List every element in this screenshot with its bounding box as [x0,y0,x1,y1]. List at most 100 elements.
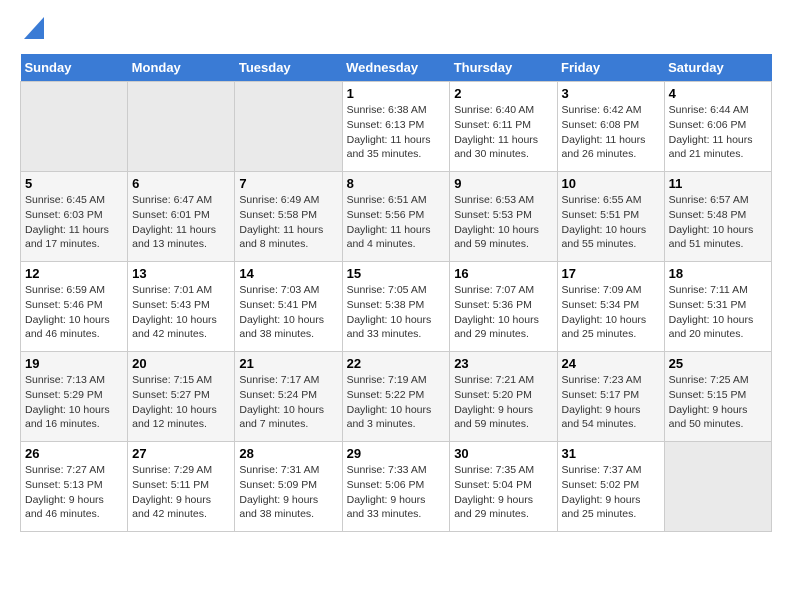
calendar-cell [664,442,771,532]
header-tuesday: Tuesday [235,54,342,82]
day-number: 1 [347,86,446,101]
day-number: 27 [132,446,230,461]
day-info: Sunrise: 6:59 AM Sunset: 5:46 PM Dayligh… [25,283,123,342]
calendar-cell: 22 Sunrise: 7:19 AM Sunset: 5:22 PM Dayli… [342,352,450,442]
calendar-cell: 25 Sunrise: 7:25 AM Sunset: 5:15 PM Dayli… [664,352,771,442]
day-number: 28 [239,446,337,461]
day-number: 19 [25,356,123,371]
calendar-cell: 1 Sunrise: 6:38 AM Sunset: 6:13 PM Daylig… [342,82,450,172]
day-info: Sunrise: 7:31 AM Sunset: 5:09 PM Dayligh… [239,463,337,522]
day-number: 25 [669,356,767,371]
day-info: Sunrise: 7:11 AM Sunset: 5:31 PM Dayligh… [669,283,767,342]
day-number: 31 [562,446,660,461]
day-info: Sunrise: 6:44 AM Sunset: 6:06 PM Dayligh… [669,103,767,162]
week-row-2: 5 Sunrise: 6:45 AM Sunset: 6:03 PM Daylig… [21,172,772,262]
calendar-cell: 6 Sunrise: 6:47 AM Sunset: 6:01 PM Daylig… [128,172,235,262]
calendar-cell: 9 Sunrise: 6:53 AM Sunset: 5:53 PM Daylig… [450,172,557,262]
calendar-cell: 17 Sunrise: 7:09 AM Sunset: 5:34 PM Dayli… [557,262,664,352]
calendar-cell: 24 Sunrise: 7:23 AM Sunset: 5:17 PM Dayli… [557,352,664,442]
day-info: Sunrise: 7:37 AM Sunset: 5:02 PM Dayligh… [562,463,660,522]
day-number: 24 [562,356,660,371]
day-info: Sunrise: 7:01 AM Sunset: 5:43 PM Dayligh… [132,283,230,342]
day-info: Sunrise: 7:09 AM Sunset: 5:34 PM Dayligh… [562,283,660,342]
day-number: 4 [669,86,767,101]
day-number: 13 [132,266,230,281]
week-row-3: 12 Sunrise: 6:59 AM Sunset: 5:46 PM Dayli… [21,262,772,352]
day-number: 5 [25,176,123,191]
day-number: 29 [347,446,446,461]
calendar-cell: 29Sunrise: 7:33 AM Sunset: 5:06 PM Dayli… [342,442,450,532]
day-number: 8 [347,176,446,191]
calendar-cell: 10 Sunrise: 6:55 AM Sunset: 5:51 PM Dayli… [557,172,664,262]
day-info: Sunrise: 7:03 AM Sunset: 5:41 PM Dayligh… [239,283,337,342]
calendar-cell: 7Sunrise: 6:49 AM Sunset: 5:58 PM Daylig… [235,172,342,262]
calendar-cell: 28 Sunrise: 7:31 AM Sunset: 5:09 PM Dayli… [235,442,342,532]
day-number: 18 [669,266,767,281]
logo-icon [24,11,44,39]
day-number: 26 [25,446,123,461]
calendar-cell: 23Sunrise: 7:21 AM Sunset: 5:20 PM Dayli… [450,352,557,442]
calendar-cell: 5 Sunrise: 6:45 AM Sunset: 6:03 PM Daylig… [21,172,128,262]
day-info: Sunrise: 6:51 AM Sunset: 5:56 PM Dayligh… [347,193,446,252]
header-thursday: Thursday [450,54,557,82]
day-info: Sunrise: 6:45 AM Sunset: 6:03 PM Dayligh… [25,193,123,252]
calendar-cell: 31 Sunrise: 7:37 AM Sunset: 5:02 PM Dayli… [557,442,664,532]
calendar-cell: 16Sunrise: 7:07 AM Sunset: 5:36 PM Dayli… [450,262,557,352]
day-info: Sunrise: 6:42 AM Sunset: 6:08 PM Dayligh… [562,103,660,162]
calendar-cell [235,82,342,172]
day-info: Sunrise: 6:38 AM Sunset: 6:13 PM Dayligh… [347,103,446,162]
calendar-cell [21,82,128,172]
header-friday: Friday [557,54,664,82]
calendar-cell: 21Sunrise: 7:17 AM Sunset: 5:24 PM Dayli… [235,352,342,442]
header-sunday: Sunday [21,54,128,82]
day-info: Sunrise: 7:25 AM Sunset: 5:15 PM Dayligh… [669,373,767,432]
day-info: Sunrise: 6:57 AM Sunset: 5:48 PM Dayligh… [669,193,767,252]
header-saturday: Saturday [664,54,771,82]
day-info: Sunrise: 7:15 AM Sunset: 5:27 PM Dayligh… [132,373,230,432]
day-number: 30 [454,446,552,461]
day-info: Sunrise: 7:29 AM Sunset: 5:11 PM Dayligh… [132,463,230,522]
day-info: Sunrise: 7:19 AM Sunset: 5:22 PM Dayligh… [347,373,446,432]
day-number: 6 [132,176,230,191]
day-number: 21 [239,356,337,371]
day-number: 10 [562,176,660,191]
calendar-cell: 11 Sunrise: 6:57 AM Sunset: 5:48 PM Dayli… [664,172,771,262]
calendar-cell: 2Sunrise: 6:40 AM Sunset: 6:11 PM Daylig… [450,82,557,172]
calendar-cell: 27 Sunrise: 7:29 AM Sunset: 5:11 PM Dayli… [128,442,235,532]
day-info: Sunrise: 7:05 AM Sunset: 5:38 PM Dayligh… [347,283,446,342]
day-number: 22 [347,356,446,371]
day-number: 17 [562,266,660,281]
day-info: Sunrise: 7:21 AM Sunset: 5:20 PM Dayligh… [454,373,552,432]
day-number: 7 [239,176,337,191]
calendar-cell: 4 Sunrise: 6:44 AM Sunset: 6:06 PM Daylig… [664,82,771,172]
day-info: Sunrise: 7:23 AM Sunset: 5:17 PM Dayligh… [562,373,660,432]
calendar-cell: 19 Sunrise: 7:13 AM Sunset: 5:29 PM Dayli… [21,352,128,442]
day-number: 9 [454,176,552,191]
header-wednesday: Wednesday [342,54,450,82]
logo [20,20,44,44]
calendar-cell: 15Sunrise: 7:05 AM Sunset: 5:38 PM Dayli… [342,262,450,352]
header-monday: Monday [128,54,235,82]
day-info: Sunrise: 7:07 AM Sunset: 5:36 PM Dayligh… [454,283,552,342]
calendar-cell: 30 Sunrise: 7:35 AM Sunset: 5:04 PM Dayli… [450,442,557,532]
day-number: 14 [239,266,337,281]
day-info: Sunrise: 6:55 AM Sunset: 5:51 PM Dayligh… [562,193,660,252]
day-number: 3 [562,86,660,101]
calendar-cell: 20Sunrise: 7:15 AM Sunset: 5:27 PM Dayli… [128,352,235,442]
calendar-cell: 12 Sunrise: 6:59 AM Sunset: 5:46 PM Dayli… [21,262,128,352]
day-info: Sunrise: 7:35 AM Sunset: 5:04 PM Dayligh… [454,463,552,522]
calendar-table: SundayMondayTuesdayWednesdayThursdayFrid… [20,54,772,532]
day-info: Sunrise: 6:53 AM Sunset: 5:53 PM Dayligh… [454,193,552,252]
page-header [20,20,772,44]
calendar-cell: 14 Sunrise: 7:03 AM Sunset: 5:41 PM Dayli… [235,262,342,352]
calendar-cell: 26Sunrise: 7:27 AM Sunset: 5:13 PM Dayli… [21,442,128,532]
day-info: Sunrise: 6:47 AM Sunset: 6:01 PM Dayligh… [132,193,230,252]
day-number: 2 [454,86,552,101]
day-info: Sunrise: 7:13 AM Sunset: 5:29 PM Dayligh… [25,373,123,432]
calendar-cell [128,82,235,172]
day-number: 12 [25,266,123,281]
week-row-5: 26Sunrise: 7:27 AM Sunset: 5:13 PM Dayli… [21,442,772,532]
calendar-cell: 8 Sunrise: 6:51 AM Sunset: 5:56 PM Daylig… [342,172,450,262]
calendar-cell: 13 Sunrise: 7:01 AM Sunset: 5:43 PM Dayli… [128,262,235,352]
day-number: 11 [669,176,767,191]
